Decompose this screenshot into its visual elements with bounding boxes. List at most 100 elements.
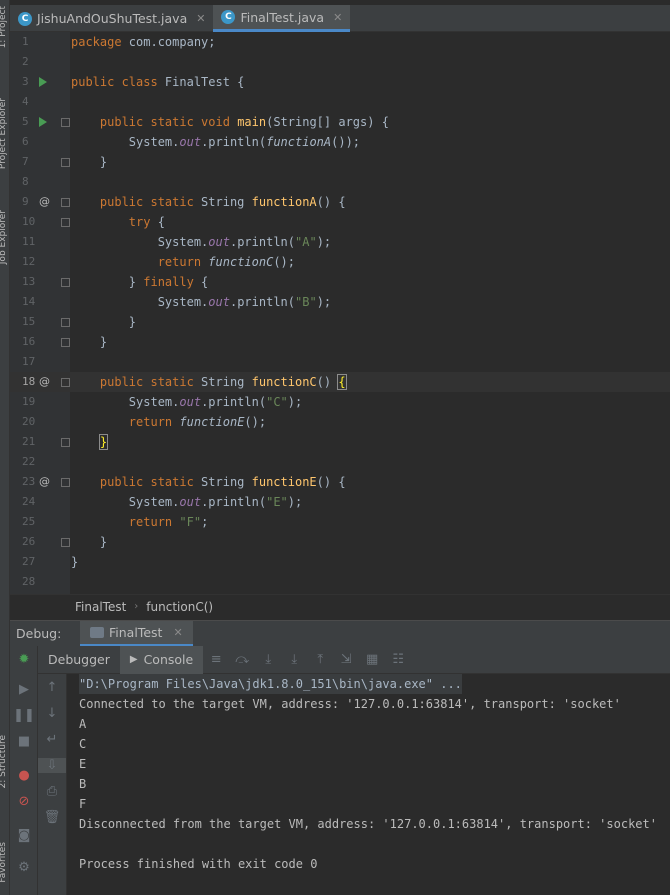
close-icon[interactable]: ✕ — [173, 626, 182, 639]
code-text: return functionE(); — [128, 415, 267, 429]
console-command-line[interactable]: "D:\Program Files\Java\jdk1.8.0_151\bin\… — [79, 674, 462, 694]
trash-icon[interactable]: 🗑 — [38, 810, 66, 825]
tab-label: JishuAndOuShuTest.java — [37, 11, 188, 26]
code-text: System.out.println("B"); — [71, 295, 332, 309]
debug-session-tab[interactable]: FinalTest ✕ — [80, 620, 193, 647]
force-step-into-icon[interactable]: ⤓ — [281, 652, 307, 667]
fold-icon[interactable] — [61, 198, 70, 207]
code-line: 25 return "F"; — [10, 512, 670, 532]
close-icon[interactable]: ✕ — [333, 11, 342, 24]
code-line: 20 return functionE(); — [10, 412, 670, 432]
fold-icon[interactable] — [61, 378, 70, 387]
code-line: 9 @ public static String functionA() { — [10, 192, 670, 212]
breadcrumb-method[interactable]: functionC() — [146, 600, 213, 614]
line-number: 6 — [22, 135, 29, 148]
scroll-to-end-icon[interactable]: ⇩ — [38, 758, 66, 773]
code-text: } finally { — [71, 275, 209, 289]
fold-icon[interactable] — [61, 118, 70, 127]
console-actions-column: ↑ ↓ ↵ ⇩ ⎙ 🗑 — [38, 674, 67, 895]
code-line: 8 — [10, 172, 670, 192]
fold-icon[interactable] — [61, 278, 70, 287]
arrow-up-icon[interactable]: ↑ — [38, 680, 66, 695]
breadcrumb-class[interactable]: FinalTest — [75, 600, 126, 614]
step-over-icon[interactable]: ⤼ — [229, 652, 255, 667]
line-number: 14 — [22, 295, 36, 308]
tab-console[interactable]: ▶ Console — [119, 645, 204, 674]
tab-console-label: Console — [143, 652, 194, 667]
line-number: 17 — [22, 355, 36, 368]
debug-title: Debug: — [16, 626, 62, 641]
view-breakpoints-icon[interactable]: ● — [10, 768, 38, 783]
override-icon[interactable]: @ — [39, 472, 50, 492]
code-text: System.out.println("C"); — [71, 395, 303, 409]
gear-icon[interactable]: ⚙ — [10, 860, 38, 875]
mute-breakpoints-icon[interactable]: ⊘ — [10, 794, 38, 809]
stop-icon[interactable]: ■ — [10, 734, 38, 749]
job-explorer-tool-label[interactable]: Job Explorer — [0, 210, 8, 264]
camera-icon[interactable]: ◙ — [10, 828, 38, 843]
debug-session-label: FinalTest — [109, 624, 163, 640]
code-text: } — [71, 335, 108, 349]
close-icon[interactable]: ✕ — [196, 12, 205, 25]
print-icon[interactable]: ⎙ — [38, 784, 66, 799]
tab-debugger[interactable]: Debugger — [38, 646, 120, 674]
fold-icon[interactable] — [61, 158, 70, 167]
fold-icon[interactable] — [61, 318, 70, 327]
step-out-icon[interactable]: ⤒ — [307, 652, 333, 667]
code-text: package com.company; — [71, 35, 216, 49]
code-text: try { — [128, 215, 165, 229]
console-line: B — [79, 777, 87, 791]
line-number: 7 — [22, 155, 29, 168]
override-icon[interactable]: @ — [39, 192, 50, 212]
tab-jishuandoushutest[interactable]: C JishuAndOuShuTest.java ✕ — [10, 5, 213, 32]
run-icon[interactable] — [39, 117, 47, 127]
code-text: public static String functionC() { — [99, 374, 347, 390]
chevron-right-icon: › — [134, 601, 139, 612]
line-number: 2 — [22, 55, 29, 68]
code-text: System.out.println(functionA()); — [71, 135, 361, 149]
code-line: 21 } — [10, 432, 670, 452]
line-number: 21 — [22, 435, 36, 448]
structure-tool-label[interactable]: 2: Structure — [0, 735, 8, 789]
console-output[interactable]: "D:\Program Files\Java\jdk1.8.0_151\bin\… — [67, 674, 670, 895]
fold-icon[interactable] — [61, 338, 70, 347]
fold-icon[interactable] — [61, 218, 70, 227]
evaluate-expression-icon[interactable]: ▦ — [359, 652, 385, 667]
run-to-cursor-icon[interactable]: ⇲ — [333, 652, 359, 667]
trace-icon[interactable]: ☷ — [385, 652, 411, 667]
debug-toolbar: Debugger ▶ Console ≡ ⤼ ⤓ ⤓ ⤒ ⇲ ▦ ☷ — [38, 645, 670, 674]
code-text: System.out.println("A"); — [71, 235, 332, 249]
code-line: 2 — [10, 52, 670, 72]
pause-icon[interactable]: ❚❚ — [10, 708, 38, 723]
line-number: 24 — [22, 495, 36, 508]
console-line: Connected to the target VM, address: '12… — [79, 697, 621, 711]
override-icon[interactable]: @ — [39, 372, 50, 392]
console-line: Disconnected from the target VM, address… — [79, 817, 657, 831]
tab-finaltest[interactable]: C FinalTest.java ✕ — [213, 5, 351, 32]
favorites-tool-label[interactable]: Favorites — [0, 842, 8, 883]
fold-icon[interactable] — [61, 438, 70, 447]
line-number: 20 — [22, 415, 36, 428]
fold-icon[interactable] — [61, 538, 70, 547]
arrow-down-icon[interactable]: ↓ — [38, 706, 66, 721]
code-line: 15 } — [10, 312, 670, 332]
project-explorer-tool-label[interactable]: Project Explorer — [0, 98, 8, 169]
code-editor[interactable]: 1 package com.company; 2 3 public class Fi… — [10, 32, 670, 594]
code-line: 22 — [10, 452, 670, 472]
project-tool-label[interactable]: 1: Project — [0, 6, 8, 48]
line-number: 26 — [22, 535, 36, 548]
code-line: 27} — [10, 552, 670, 572]
resume-icon[interactable]: ▶ — [10, 682, 38, 697]
line-number: 11 — [22, 235, 36, 248]
soft-wrap-icon[interactable]: ↵ — [38, 732, 66, 747]
bug-icon[interactable]: ✹ — [10, 652, 38, 667]
run-icon[interactable] — [39, 77, 47, 87]
code-text: public static String functionA() { — [99, 195, 346, 209]
code-text: public static String functionE() { — [99, 475, 346, 489]
fold-icon[interactable] — [61, 478, 70, 487]
menu-icon[interactable]: ≡ — [203, 652, 229, 667]
step-into-icon[interactable]: ⤓ — [255, 652, 281, 667]
code-line: 6 System.out.println(functionA()); — [10, 132, 670, 152]
editor-tab-bar: C JishuAndOuShuTest.java ✕ C FinalTest.j… — [10, 5, 670, 32]
line-number: 19 — [22, 395, 36, 408]
